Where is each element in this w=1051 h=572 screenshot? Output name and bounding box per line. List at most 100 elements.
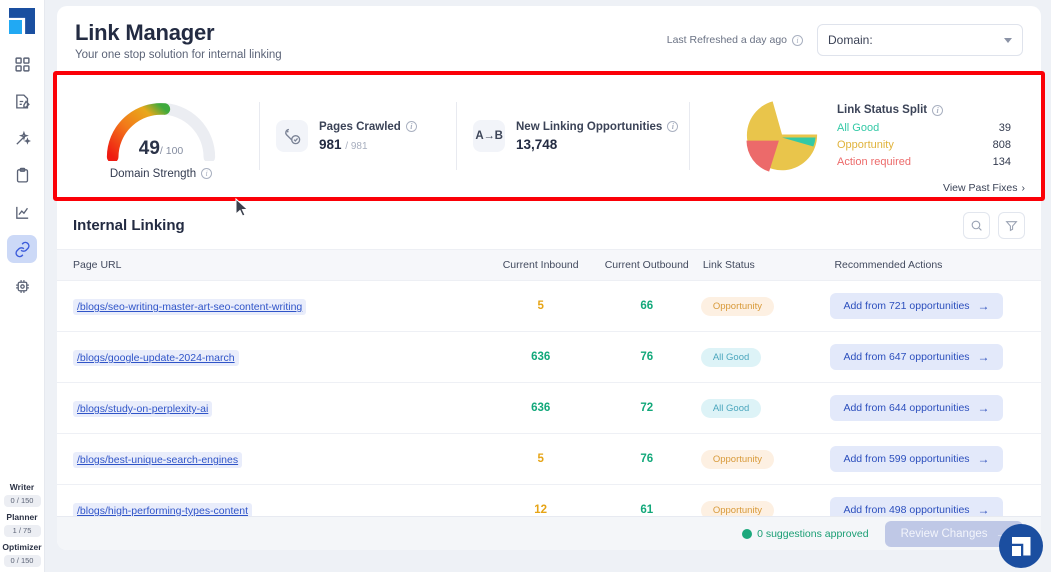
add-opportunities-label: Add from 498 opportunities: [843, 504, 970, 516]
pages-crawled-title: Pages Crawled: [319, 120, 401, 133]
check-circle-icon: [742, 528, 753, 539]
new-opportunities-title: New Linking Opportunities: [516, 120, 663, 133]
a-to-b-icon: A→B: [475, 130, 503, 142]
column-current-outbound: Current Outbound: [592, 249, 701, 281]
filter-button[interactable]: [998, 212, 1025, 239]
internal-linking-table: Page URL Current Inbound Current Outboun…: [57, 249, 1041, 536]
info-icon[interactable]: i: [405, 121, 417, 132]
arrow-right-icon: →: [977, 350, 990, 364]
cell-current-outbound: 72: [592, 382, 701, 434]
arrow-right-icon: →: [977, 503, 990, 517]
info-icon[interactable]: i: [932, 104, 944, 116]
app-root: Writer 0 / 150 Planner 1 / 75 Optimizer …: [0, 0, 1051, 572]
internal-linking-panel: Internal Linking Page URL Current Inboun…: [57, 198, 1041, 550]
add-opportunities-button[interactable]: Add from 721 opportunities →: [830, 293, 1003, 319]
usage-meter-writer-value: 0 / 150: [3, 495, 41, 507]
legend-row-opportunity: Opportunity 808: [837, 139, 1027, 151]
new-opportunities-text: New Linking Opportunities i 13,748: [516, 120, 679, 152]
stats-band-wrapper: 49/ 100 Domain Strength i Pages Crawled …: [53, 71, 1045, 201]
view-past-fixes-label: View Past Fixes: [943, 182, 1018, 194]
gauge-value: 49: [138, 137, 160, 159]
cell-recommended-action: Add from 721 opportunities →: [820, 280, 1041, 332]
cell-link-status: Opportunity: [700, 280, 821, 332]
usage-meter-optimizer: Optimizer 0 / 150: [0, 542, 45, 567]
gauge-suffix: / 100: [159, 144, 184, 157]
table-footer-bar: 0 suggestions approved Review Changes →: [57, 516, 1041, 550]
cell-current-inbound: 636: [488, 382, 593, 434]
info-icon[interactable]: i: [201, 168, 213, 179]
domain-select-label: Domain:: [828, 33, 873, 47]
usage-meter-planner: Planner 1 / 75: [0, 512, 45, 537]
suggestions-approved-status: 0 suggestions approved: [742, 528, 869, 540]
legend-value-opportunity: 808: [992, 139, 1011, 151]
table-header-row: Page URL Current Inbound Current Outboun…: [57, 249, 1041, 281]
info-icon[interactable]: i: [792, 34, 803, 46]
cell-page-url: /blogs/google-update-2024-march: [57, 331, 489, 383]
cell-link-status: All Good: [700, 331, 821, 383]
usage-meter-planner-label: Planner: [6, 512, 38, 522]
page-url-link[interactable]: /blogs/study-on-perplexity-ai: [73, 401, 213, 417]
page-url-link[interactable]: /blogs/seo-writing-master-art-seo-conten…: [73, 299, 307, 315]
search-button[interactable]: [963, 212, 990, 239]
column-current-inbound: Current Inbound: [488, 249, 593, 281]
table-row: /blogs/study-on-perplexity-ai 636 72 All…: [57, 382, 1041, 434]
page-url-link[interactable]: /blogs/google-update-2024-march: [73, 350, 239, 366]
app-logo-icon: [1011, 536, 1031, 556]
sidebar-item-analytics[interactable]: [7, 198, 37, 226]
cell-page-url: /blogs/seo-writing-master-art-seo-conten…: [57, 280, 489, 332]
usage-meter-optimizer-value: 0 / 150: [3, 555, 41, 567]
last-refreshed-label: Last Refreshed a day ago: [666, 34, 787, 46]
domain-strength-gauge: 49/ 100: [103, 99, 219, 161]
view-past-fixes-link[interactable]: View Past Fixes ›: [943, 182, 1025, 194]
cell-page-url: /blogs/study-on-perplexity-ai: [57, 382, 489, 434]
review-changes-label: Review Changes: [900, 527, 988, 540]
suggestions-approved-label: 0 suggestions approved: [757, 527, 869, 540]
add-opportunities-button[interactable]: Add from 599 opportunities →: [830, 446, 1003, 472]
add-opportunities-button[interactable]: Add from 644 opportunities →: [830, 395, 1003, 421]
arrow-right-icon: →: [977, 299, 990, 313]
cell-current-inbound: 5: [488, 433, 593, 485]
new-opportunities-stat: A→B New Linking Opportunities i 13,748: [457, 74, 689, 198]
table-row: /blogs/seo-writing-master-art-seo-conten…: [57, 280, 1041, 332]
link-status-split-title: Link Status Split: [837, 104, 928, 116]
sidebar-item-link-manager[interactable]: [7, 235, 37, 263]
cell-page-url: /blogs/best-unique-search-engines: [57, 433, 489, 485]
add-opportunities-button[interactable]: Add from 647 opportunities →: [830, 344, 1003, 370]
sidebar-item-ai-assist[interactable]: [7, 124, 37, 152]
sidebar-item-planner[interactable]: [7, 161, 37, 189]
pages-crawled-text: Pages Crawled i 981 / 981: [319, 121, 417, 152]
cell-current-inbound: 5: [488, 280, 593, 332]
link-status-split-widget: Link Status Split i All Good 39 Opportun…: [690, 74, 1035, 198]
sidebar-item-writer[interactable]: [7, 87, 37, 115]
column-page-url: Page URL: [57, 249, 489, 281]
chip-icon: [15, 279, 29, 293]
chart-line-icon: [15, 206, 28, 219]
usage-meter-planner-value: 1 / 75: [3, 525, 41, 537]
page-url-link[interactable]: /blogs/best-unique-search-engines: [73, 452, 243, 468]
info-icon[interactable]: i: [667, 121, 679, 132]
new-opportunities-title-wrap: New Linking Opportunities i: [516, 120, 679, 133]
floating-action-button[interactable]: [999, 524, 1043, 568]
wrench-check-icon: [284, 128, 300, 144]
sidebar-item-optimizer[interactable]: [7, 272, 37, 300]
pages-crawled-total: / 981: [345, 140, 368, 152]
link-status-legend: Link Status Split i All Good 39 Opportun…: [837, 104, 1027, 168]
table-row: /blogs/google-update-2024-march 636 76 A…: [57, 331, 1041, 383]
page-title: Link Manager: [75, 19, 215, 45]
legend-value-all-good: 39: [998, 122, 1011, 134]
pages-crawled-value-wrap: 981 / 981: [319, 137, 417, 152]
domain-select[interactable]: Domain:: [817, 24, 1023, 56]
internal-linking-header: Internal Linking: [57, 198, 1041, 249]
cell-link-status: Opportunity: [700, 433, 821, 485]
domain-strength-caption: Domain Strength i: [110, 168, 213, 180]
legend-value-action-required: 134: [992, 156, 1011, 168]
app-logo[interactable]: [9, 8, 35, 34]
a-to-b-icon-wrap: A→B: [473, 120, 505, 152]
sidebar-item-dashboard[interactable]: [7, 50, 37, 78]
add-opportunities-label: Add from 721 opportunities: [843, 300, 970, 312]
document-edit-icon: [15, 93, 30, 109]
internal-linking-title: Internal Linking: [73, 217, 185, 234]
legend-row-all-good: All Good 39: [837, 122, 1027, 134]
cell-current-outbound: 66: [592, 280, 701, 332]
table-header: Page URL Current Inbound Current Outboun…: [57, 249, 1041, 281]
